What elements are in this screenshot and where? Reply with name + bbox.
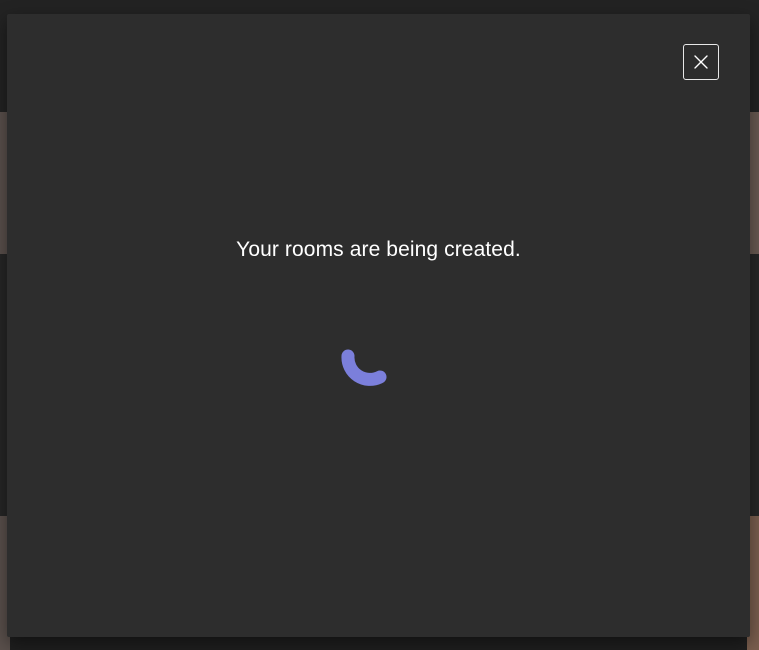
breakout-rooms-dialog: Your rooms are being created. <box>7 14 750 637</box>
loading-spinner-icon <box>341 349 387 386</box>
close-button[interactable] <box>683 44 719 80</box>
close-icon <box>694 55 708 69</box>
status-message: Your rooms are being created. <box>236 238 521 261</box>
